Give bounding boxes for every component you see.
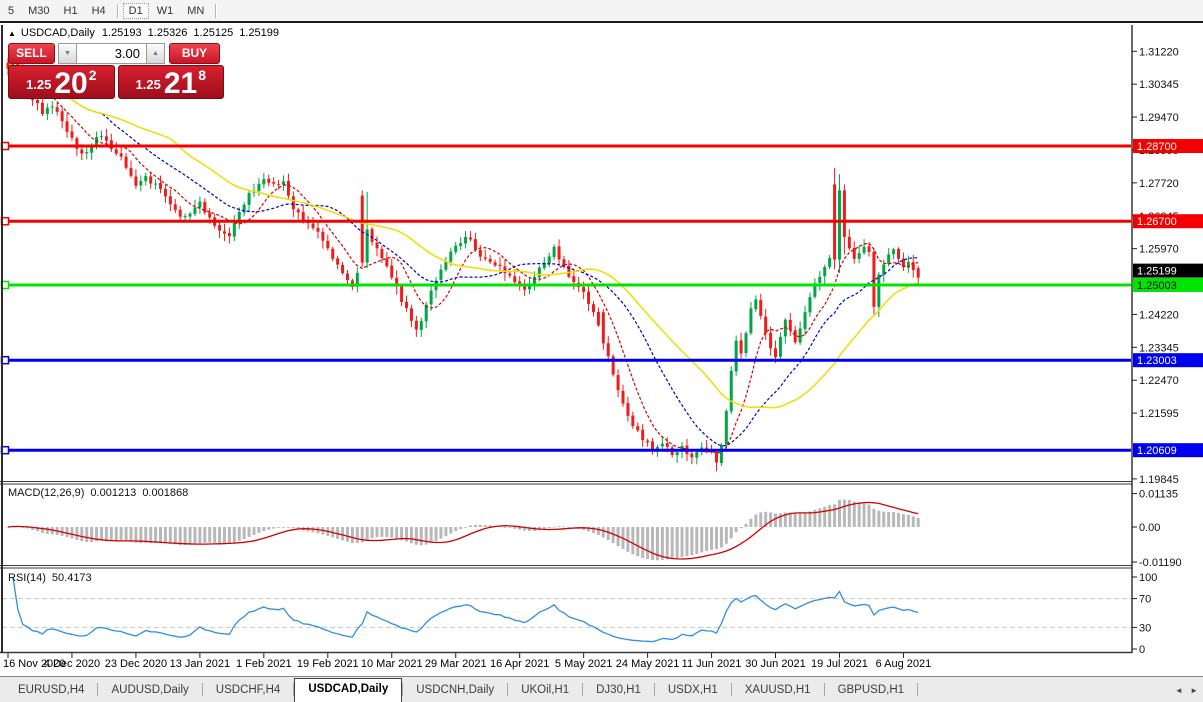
sell-price-prefix: 1.25 xyxy=(26,77,51,92)
chart-tab-AUDUSD-Daily[interactable]: AUDUSD,Daily xyxy=(98,679,201,702)
timeframe-button-H1[interactable]: H1 xyxy=(58,3,84,19)
rsi-axis-label: 70 xyxy=(1139,594,1151,606)
timeframe-button-D1[interactable]: D1 xyxy=(123,3,149,19)
date-tick-label: 4 Dec 2020 xyxy=(44,658,100,670)
chart-tab-USDCHF-H4[interactable]: USDCHF,H4 xyxy=(203,679,294,702)
chart-tab-XAUUSD-H1[interactable]: XAUUSD,H1 xyxy=(732,679,824,702)
buy-price-sup: 8 xyxy=(198,67,206,83)
chart-tab-UKOil-H1[interactable]: UKOil,H1 xyxy=(508,679,582,702)
price-badge-label: 1.20609 xyxy=(1137,445,1177,457)
price-badge-label: 1.25003 xyxy=(1137,280,1177,292)
macd-main-value: 0.001213 xyxy=(90,487,136,499)
date-tick-label: 23 Dec 2020 xyxy=(105,658,167,670)
date-tick-label: 19 Jul 2021 xyxy=(811,658,868,670)
sell-price-sup: 2 xyxy=(89,67,97,83)
chart-tab-USDCNH-Daily[interactable]: USDCNH,Daily xyxy=(403,679,507,702)
date-tick-label: 1 Feb 2021 xyxy=(236,658,292,670)
price-tick-label: 1.27720 xyxy=(1139,178,1179,190)
price-tick-label: 1.19845 xyxy=(1139,474,1179,486)
terminal-window: 1.312201.303451.294701.285951.277201.268… xyxy=(0,0,1203,702)
buy-button[interactable]: BUY xyxy=(169,43,220,64)
tab-scroll-left-icon[interactable]: ◄ xyxy=(1175,686,1183,695)
chart-tab-USDCAD-Daily[interactable]: USDCAD,Daily xyxy=(294,678,402,702)
buy-price-prefix: 1.25 xyxy=(136,77,161,92)
volume-input[interactable] xyxy=(76,43,147,64)
timeframe-button-5[interactable]: 5 xyxy=(2,3,20,19)
symbol-label: USDCAD,Daily xyxy=(21,27,95,39)
timeframe-button-H4[interactable]: H4 xyxy=(86,3,112,19)
tab-scroll-nav: ◄ ► xyxy=(1170,686,1198,695)
date-tick-label: 13 Jan 2021 xyxy=(170,658,231,670)
sell-price-panel[interactable]: 1.25 20 2 xyxy=(8,65,115,99)
rsi-value: 50.4173 xyxy=(52,572,92,584)
volume-increase-button[interactable]: ▲ xyxy=(146,43,165,64)
rsi-axis-label: 0 xyxy=(1139,644,1145,656)
price-tick-label: 1.22470 xyxy=(1139,375,1179,387)
rsi-axis-label: 30 xyxy=(1139,622,1151,634)
date-tick-label: 10 Mar 2021 xyxy=(361,658,423,670)
macd-axis-label: 0.01135 xyxy=(1139,489,1178,501)
chart-tab-USDX-H1[interactable]: USDX,H1 xyxy=(655,679,731,702)
price-tick-label: 1.21595 xyxy=(1139,408,1179,420)
price-tick-label: 1.29470 xyxy=(1139,112,1179,124)
price-badge-label: 1.25199 xyxy=(1137,266,1177,278)
date-tick-label: 30 Jun 2021 xyxy=(745,658,806,670)
sell-price-big: 20 xyxy=(54,70,87,97)
macd-axis-label: -0.01190 xyxy=(1139,557,1182,569)
date-tick-label: 24 May 2021 xyxy=(616,658,680,670)
macd-indicator-label: MACD(12,26,9) 0.001213 0.001868 xyxy=(8,487,194,499)
price-tick-label: 1.31220 xyxy=(1139,46,1179,58)
chart-tab-DJ30-H1[interactable]: DJ30,H1 xyxy=(583,679,654,702)
one-click-trading-panel: SELL ▼ ▲ BUY 1.25 20 2 1.25 21 8 xyxy=(8,43,224,99)
triangle-up-icon: ▲ xyxy=(8,29,16,38)
timeframe-button-W1[interactable]: W1 xyxy=(151,3,180,19)
low-value: 1.25125 xyxy=(193,27,233,39)
buy-price-panel[interactable]: 1.25 21 8 xyxy=(118,65,225,99)
macd-title: MACD(12,26,9) xyxy=(8,487,84,499)
date-tick-label: 29 Mar 2021 xyxy=(425,658,487,670)
price-tick-label: 1.23345 xyxy=(1139,342,1179,354)
high-value: 1.25326 xyxy=(148,27,188,39)
volume-decrease-button[interactable]: ▼ xyxy=(58,43,77,64)
chart-tab-bar: EURUSD,H4AUDUSD,DailyUSDCHF,H4USDCAD,Dai… xyxy=(0,676,1203,702)
close-value: 1.25199 xyxy=(239,27,279,39)
buy-price-big: 21 xyxy=(164,70,197,97)
date-tick-label: 6 Aug 2021 xyxy=(876,658,932,670)
rsi-axis-label: 100 xyxy=(1139,572,1157,584)
chart-canvas[interactable]: 1.312201.303451.294701.285951.277201.268… xyxy=(0,0,1203,702)
price-badge-label: 1.23003 xyxy=(1137,355,1177,367)
timeframe-toolbar: 5M30H1H4 D1W1MN xyxy=(0,0,1203,23)
timeframe-button-M30[interactable]: M30 xyxy=(22,3,55,19)
chart-tab-GBPUSD-H1[interactable]: GBPUSD,H1 xyxy=(825,679,917,702)
tab-separator xyxy=(917,683,918,696)
chart-ohlc-title: ▲ USDCAD,Daily 1.25193 1.25326 1.25125 1… xyxy=(8,27,285,39)
open-value: 1.25193 xyxy=(102,27,142,39)
price-tick-label: 1.25970 xyxy=(1139,244,1179,256)
toolbar-separator xyxy=(215,4,216,18)
timeframe-button-MN[interactable]: MN xyxy=(181,3,210,19)
date-tick-label: 19 Feb 2021 xyxy=(297,658,359,670)
date-tick-label: 11 Jun 2021 xyxy=(682,658,742,670)
chart-tab-EURUSD-H4[interactable]: EURUSD,H4 xyxy=(5,679,97,702)
toolbar-separator xyxy=(117,4,118,18)
price-tick-label: 1.24220 xyxy=(1139,309,1179,321)
rsi-indicator-label: RSI(14) 50.4173 xyxy=(8,572,98,584)
price-tick-label: 1.30345 xyxy=(1139,79,1179,91)
date-tick-label: 5 May 2021 xyxy=(555,658,612,670)
price-badge-label: 1.26700 xyxy=(1137,216,1177,228)
tab-scroll-right-icon[interactable]: ► xyxy=(1190,686,1198,695)
sell-button[interactable]: SELL xyxy=(8,43,55,64)
price-badge-label: 1.28700 xyxy=(1137,141,1177,153)
macd-axis-label: 0.00 xyxy=(1139,522,1160,534)
macd-signal-value: 0.001868 xyxy=(142,487,188,499)
rsi-title: RSI(14) xyxy=(8,572,46,584)
date-tick-label: 16 Apr 2021 xyxy=(490,658,549,670)
